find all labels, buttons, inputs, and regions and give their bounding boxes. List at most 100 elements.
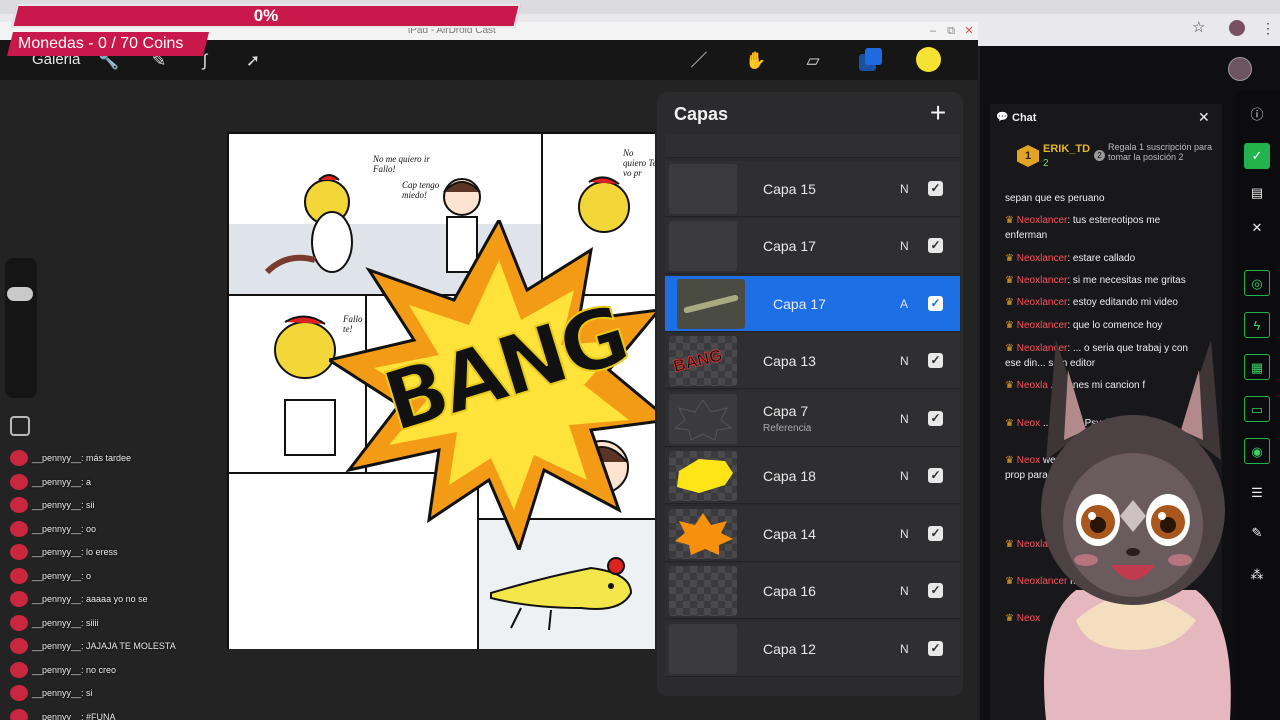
heart-badge-icon bbox=[10, 661, 28, 678]
layer-row[interactable]: Capa 15 N ✓ bbox=[665, 161, 960, 217]
smudge-icon[interactable]: ✋ bbox=[745, 50, 767, 72]
close-icon[interactable]: ✕ bbox=[1244, 215, 1270, 241]
overlay-chat-text: __pennyy__: aaaaa yo no se bbox=[32, 594, 148, 604]
layer-row[interactable]: Capa 16 N ✓ bbox=[665, 563, 960, 619]
layer-row[interactable]: Capa 12 N ✓ bbox=[665, 621, 960, 677]
overlay-chat-text: __pennyy__: #FUNA bbox=[32, 711, 116, 720]
layer-visibility-checkbox[interactable]: ✓ bbox=[928, 353, 943, 368]
heart-badge-icon bbox=[10, 520, 28, 537]
layer-row[interactable] bbox=[665, 134, 960, 158]
user-avatar[interactable] bbox=[1228, 57, 1252, 81]
brush-size-knob[interactable] bbox=[7, 287, 33, 301]
layer-visibility-checkbox[interactable]: ✓ bbox=[928, 411, 943, 426]
crown-icon: ♛ bbox=[1005, 253, 1017, 264]
chat-title: Chat bbox=[1012, 112, 1037, 124]
chat-username[interactable]: Neoxlancer bbox=[1017, 253, 1068, 264]
layer-visibility-checkbox[interactable]: ✓ bbox=[928, 238, 943, 253]
crown-icon: ♛ bbox=[1005, 418, 1017, 429]
overlay-chat-text: __pennyy__: si bbox=[32, 688, 93, 698]
character-drawing bbox=[490, 557, 633, 631]
layer-blend-mode[interactable]: N bbox=[900, 641, 912, 657]
chat-username[interactable]: Neoxlancer bbox=[1017, 297, 1068, 308]
layers-title: Capas bbox=[674, 104, 729, 124]
layer-row[interactable]: Capa 17 N ✓ bbox=[665, 218, 960, 274]
crown-icon: ♛ bbox=[1005, 455, 1017, 466]
crown-icon: ♛ bbox=[1005, 576, 1017, 587]
layer-thumbnail bbox=[677, 279, 745, 329]
gift-prompt[interactable]: Regala 1 suscripción para tomar la posic… bbox=[1108, 142, 1220, 172]
layer-visibility-checkbox[interactable]: ✓ bbox=[928, 468, 943, 483]
vtuber-avatar bbox=[1041, 340, 1231, 720]
crown-icon: ♛ bbox=[1005, 275, 1017, 286]
browser-menu-icon[interactable]: ⋮ bbox=[1261, 20, 1275, 36]
layer-row-selected[interactable]: Capa 17 A ✓ bbox=[665, 276, 960, 332]
chat-username[interactable]: Neoxlancer bbox=[1017, 215, 1068, 226]
chat-message: ♛ Neoxlancer: estoy editando mi video bbox=[1005, 295, 1205, 310]
modify-square-button[interactable] bbox=[10, 416, 30, 436]
layer-blend-mode[interactable]: N bbox=[900, 468, 912, 484]
goal-progress-label: 0% bbox=[253, 6, 279, 25]
layout-icon[interactable]: ▤ bbox=[1244, 180, 1270, 206]
heart-badge-icon bbox=[10, 685, 28, 701]
layer-visibility-checkbox[interactable]: ✓ bbox=[928, 641, 943, 656]
bookmark-star-icon[interactable]: ☆ bbox=[1192, 20, 1208, 36]
overlay-chat-text: __pennyy__: a bbox=[32, 476, 92, 487]
window-close-button[interactable]: ✕ bbox=[962, 24, 976, 38]
add-layer-button[interactable]: + bbox=[926, 99, 950, 127]
layer-blend-mode[interactable]: A bbox=[900, 296, 912, 312]
layer-blend-mode[interactable]: N bbox=[900, 411, 912, 427]
layer-blend-mode[interactable]: N bbox=[900, 526, 912, 542]
layer-name: Capa 7 bbox=[763, 403, 809, 419]
transform-arrow-icon[interactable]: ➚ bbox=[242, 50, 264, 72]
chat-username[interactable]: Neoxlancer bbox=[1017, 275, 1068, 286]
layer-row[interactable]: Capa 7 Referencia N ✓ bbox=[665, 391, 960, 447]
overlay-chat-message: __pennyy__: sii bbox=[10, 496, 210, 514]
heart-badge-icon bbox=[10, 473, 28, 490]
overlay-chat-text: __pennyy__: o bbox=[32, 570, 92, 581]
layer-visibility-checkbox[interactable]: ✓ bbox=[928, 296, 943, 311]
layer-row[interactable]: BANG Capa 13 N ✓ bbox=[665, 333, 960, 389]
overlay-chat-message: __pennyy__: no creo bbox=[10, 661, 210, 679]
layer-blend-mode[interactable]: N bbox=[900, 238, 912, 254]
layer-row[interactable]: Capa 14 N ✓ bbox=[665, 506, 960, 562]
brush-icon[interactable]: ／ bbox=[688, 50, 710, 72]
layer-thumbnail bbox=[669, 394, 737, 444]
info-icon[interactable]: ⓘ bbox=[1244, 102, 1270, 128]
layer-thumbnail bbox=[669, 566, 737, 616]
eraser-icon[interactable]: ▱ bbox=[802, 50, 824, 72]
layer-visibility-checkbox[interactable]: ✓ bbox=[928, 181, 943, 196]
check-icon[interactable]: ✓ bbox=[1244, 143, 1270, 169]
heart-badge-icon bbox=[10, 614, 28, 631]
layer-thumbnail bbox=[669, 451, 737, 501]
layer-blend-mode[interactable]: N bbox=[900, 583, 912, 599]
layer-thumbnail bbox=[669, 509, 737, 559]
top-gifter-count: 2 bbox=[1043, 158, 1049, 169]
overlay-chat-message: __pennyy__: #FUNA bbox=[10, 708, 210, 720]
color-swatch[interactable] bbox=[916, 47, 941, 72]
comic-page[interactable]: No me quiero ir Fallo! Cap tengo miedo! … bbox=[226, 131, 656, 650]
top-gifter-name[interactable]: ERIK_TD bbox=[1043, 143, 1093, 156]
layer-name: Capa 18 bbox=[763, 468, 816, 484]
layer-thumbnail bbox=[669, 164, 737, 214]
brush-size-slider[interactable] bbox=[5, 258, 37, 398]
chat-message: ♛ Neoxlancer: tus estereotipos me enferm… bbox=[1005, 213, 1205, 243]
crown-icon: ♛ bbox=[1005, 380, 1017, 391]
chat-close-button[interactable]: ✕ bbox=[1198, 110, 1210, 124]
layer-row[interactable]: Capa 18 N ✓ bbox=[665, 448, 960, 504]
layer-visibility-checkbox[interactable]: ✓ bbox=[928, 526, 943, 541]
chat-message: sepan que es peruano bbox=[1005, 191, 1205, 206]
browser-profile-avatar[interactable] bbox=[1229, 20, 1245, 36]
overlay-chat-message: __pennyy__: o bbox=[10, 567, 210, 585]
heart-badge-icon bbox=[10, 567, 28, 584]
overlay-chat-message: __pennyy__: a bbox=[10, 473, 210, 491]
layer-blend-mode[interactable]: N bbox=[900, 181, 912, 197]
crown-icon: ♛ bbox=[1005, 539, 1017, 550]
capture-icon[interactable]: ◎ bbox=[1244, 270, 1270, 296]
coins-label: Monedas - 0 / 70 Coins bbox=[18, 35, 184, 52]
minimize-button[interactable]: – bbox=[926, 24, 940, 38]
layer-blend-mode[interactable]: N bbox=[900, 353, 912, 369]
chat-message-text: : estoy editando mi video bbox=[1067, 297, 1178, 308]
restore-button[interactable]: ⧉ bbox=[944, 24, 958, 38]
layers-icon[interactable] bbox=[859, 48, 883, 72]
layer-visibility-checkbox[interactable]: ✓ bbox=[928, 583, 943, 598]
